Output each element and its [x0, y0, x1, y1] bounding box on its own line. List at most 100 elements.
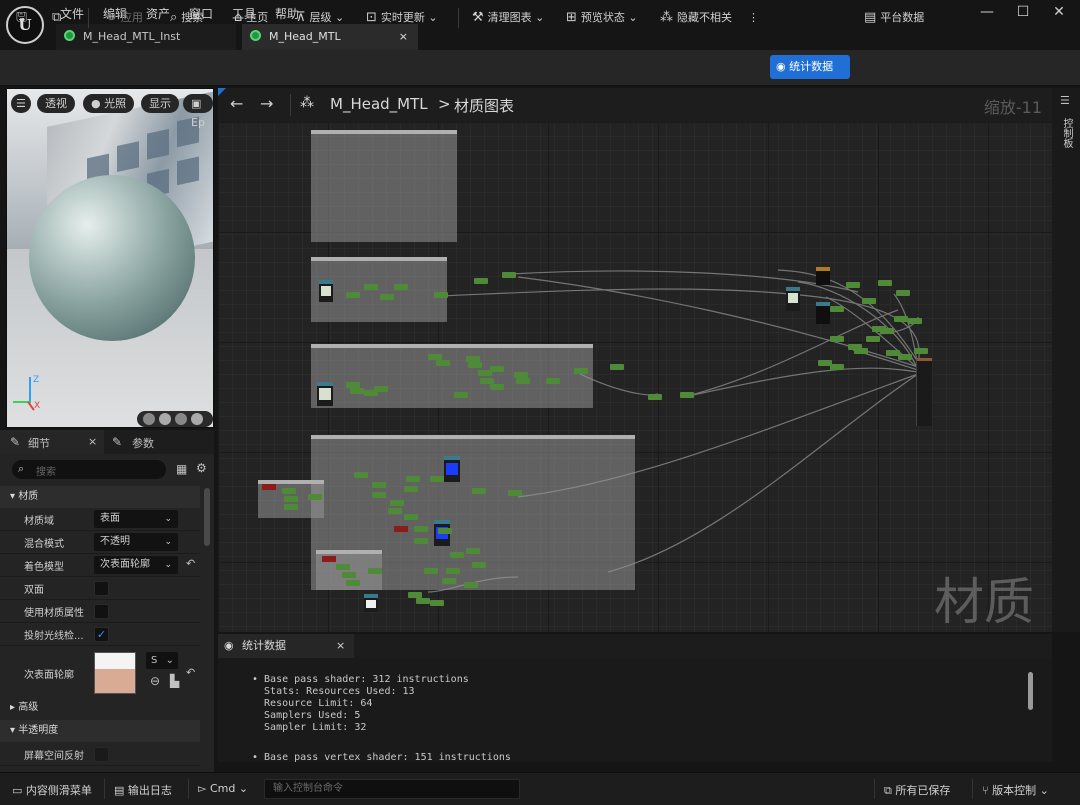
screen-space-reflections-checkbox[interactable]	[94, 747, 109, 762]
close-window-icon[interactable]: ✕	[1044, 3, 1074, 21]
graph-node[interactable]	[878, 280, 892, 286]
minimize-icon[interactable]: —	[972, 3, 1002, 21]
breadcrumb-graph[interactable]: 材质图表	[454, 95, 514, 116]
graph-node[interactable]	[406, 476, 420, 482]
graph-node[interactable]	[610, 364, 624, 370]
graph-node[interactable]	[680, 392, 694, 398]
stats-scrollbar[interactable]	[1028, 672, 1033, 710]
texture-sample-node[interactable]	[444, 456, 460, 482]
graph-node[interactable]	[430, 600, 444, 606]
palette-side-tab[interactable]: ☰ 控制板	[1052, 88, 1080, 632]
subsurface-profile-select[interactable]: S ⌄	[146, 652, 178, 669]
graph-node[interactable]	[284, 496, 298, 502]
back-arrow-icon[interactable]: ←	[230, 94, 243, 113]
texture-sample-node[interactable]	[364, 594, 378, 612]
cylinder-shape-icon[interactable]	[159, 413, 171, 425]
lit-button[interactable]: ● 光照	[83, 94, 135, 113]
graph-node[interactable]	[380, 294, 394, 300]
breadcrumb-asset[interactable]: M_Head_MTL	[330, 95, 428, 113]
graph-node[interactable]	[424, 568, 438, 574]
gear-icon[interactable]: ⚙	[196, 461, 207, 475]
graph-node[interactable]	[830, 364, 844, 370]
graph-node[interactable]	[372, 492, 386, 498]
graph-node[interactable]	[438, 528, 452, 534]
graph-node[interactable]	[898, 354, 912, 360]
graph-node[interactable]	[308, 494, 322, 500]
section-material[interactable]: ▾ 材质	[0, 486, 200, 508]
graph-node[interactable]	[546, 378, 560, 384]
graph-node[interactable]	[866, 336, 880, 342]
parameter-node[interactable]	[322, 556, 336, 562]
graph-node[interactable]	[404, 486, 418, 492]
two-sided-checkbox[interactable]	[94, 581, 109, 596]
table-view-icon[interactable]: ▦	[176, 462, 187, 476]
clean-graph-button[interactable]: ⚒ 清理图表 ⌄	[472, 8, 544, 28]
sphere-shape-icon[interactable]	[143, 413, 155, 425]
hierarchy-button[interactable]: ⊼ 层级 ⌄	[296, 8, 344, 28]
comment-box[interactable]	[311, 344, 593, 408]
graph-node[interactable]	[468, 362, 482, 368]
cmd-selector[interactable]: ▻ Cmd ⌄	[198, 782, 248, 795]
apply-button[interactable]: ↻ 应用	[106, 8, 143, 28]
blend-mode-select[interactable]: 不透明 ⌄	[94, 533, 178, 551]
preview-state-button[interactable]: ⊞ 预览状态 ⌄	[566, 8, 638, 28]
texture-sample-node[interactable]	[786, 287, 800, 311]
graph-node[interactable]	[516, 378, 530, 384]
graph-node[interactable]	[414, 526, 428, 532]
graph-node[interactable]	[502, 272, 516, 278]
graph-node[interactable]	[914, 348, 928, 354]
graph-node[interactable]	[284, 504, 298, 510]
graph-node[interactable]	[846, 282, 860, 288]
maximize-icon[interactable]: ☐	[1008, 3, 1038, 21]
save-all-button[interactable]: ⧉ 所有已保存	[884, 782, 950, 798]
texture-sample-node[interactable]	[317, 382, 333, 406]
graph-node[interactable]	[466, 548, 480, 554]
graph-node[interactable]	[372, 482, 386, 488]
menu-asset[interactable]: 资产	[146, 5, 170, 22]
graph-node[interactable]	[490, 366, 504, 372]
forward-arrow-icon[interactable]: →	[260, 94, 273, 113]
content-drawer-button[interactable]: ▭ 内容侧滑菜单	[12, 782, 92, 798]
comment-box[interactable]	[311, 130, 457, 242]
more-options-icon[interactable]: ⋮	[748, 8, 759, 28]
graph-node[interactable]	[896, 290, 910, 296]
details-scrollbar[interactable]	[204, 488, 210, 546]
graph-node[interactable]	[830, 306, 844, 312]
graph-node[interactable]	[436, 360, 450, 366]
graph-node[interactable]	[450, 552, 464, 558]
graph-node[interactable]	[364, 284, 378, 290]
subsurface-profile-thumbnail[interactable]	[94, 652, 136, 694]
close-icon[interactable]: ×	[336, 634, 345, 658]
use-selected-icon[interactable]: ⊖	[150, 674, 160, 688]
parameter-node[interactable]	[816, 267, 830, 285]
viewport-menu-icon[interactable]: ☰	[11, 94, 31, 113]
graph-node[interactable]	[514, 372, 528, 378]
graph-node[interactable]	[648, 394, 662, 400]
use-material-attributes-checkbox[interactable]	[94, 604, 109, 619]
palette-menu-icon[interactable]: ☰	[1060, 94, 1070, 107]
material-graph-canvas[interactable]: 材质	[218, 122, 1052, 632]
section-advanced[interactable]: ▸ 高级	[0, 697, 200, 719]
tab-details[interactable]: ✎ 细节 ×	[0, 430, 104, 454]
console-command-input[interactable]: 输入控制台命令	[264, 779, 520, 799]
cast-ray-traced-checkbox[interactable]: ✓	[94, 627, 109, 642]
details-search[interactable]: ⌕ 搜索	[12, 460, 166, 479]
graph-node[interactable]	[830, 336, 844, 342]
stats-button[interactable]: ◉ 统计数据	[770, 55, 850, 79]
graph-node[interactable]	[430, 476, 444, 482]
browse-asset-icon[interactable]: ▙	[170, 674, 179, 688]
tab-stats[interactable]: ◉ 统计数据 ×	[218, 634, 354, 658]
graph-node[interactable]	[416, 598, 430, 604]
graph-node[interactable]	[374, 386, 388, 392]
graph-node[interactable]	[346, 292, 360, 298]
graph-node[interactable]	[474, 278, 488, 284]
graph-node[interactable]	[434, 292, 448, 298]
tab-parameters[interactable]: ✎ 参数	[108, 430, 208, 454]
platform-stats-button[interactable]: ▤ 平台数据	[864, 8, 924, 28]
material-domain-select[interactable]: 表面 ⌄	[94, 510, 178, 528]
section-translucency[interactable]: ▾ 半透明度	[0, 720, 200, 742]
graph-node[interactable]	[350, 388, 364, 394]
material-output-node[interactable]	[916, 358, 932, 426]
graph-node[interactable]	[908, 318, 922, 324]
graph-node[interactable]	[442, 578, 456, 584]
